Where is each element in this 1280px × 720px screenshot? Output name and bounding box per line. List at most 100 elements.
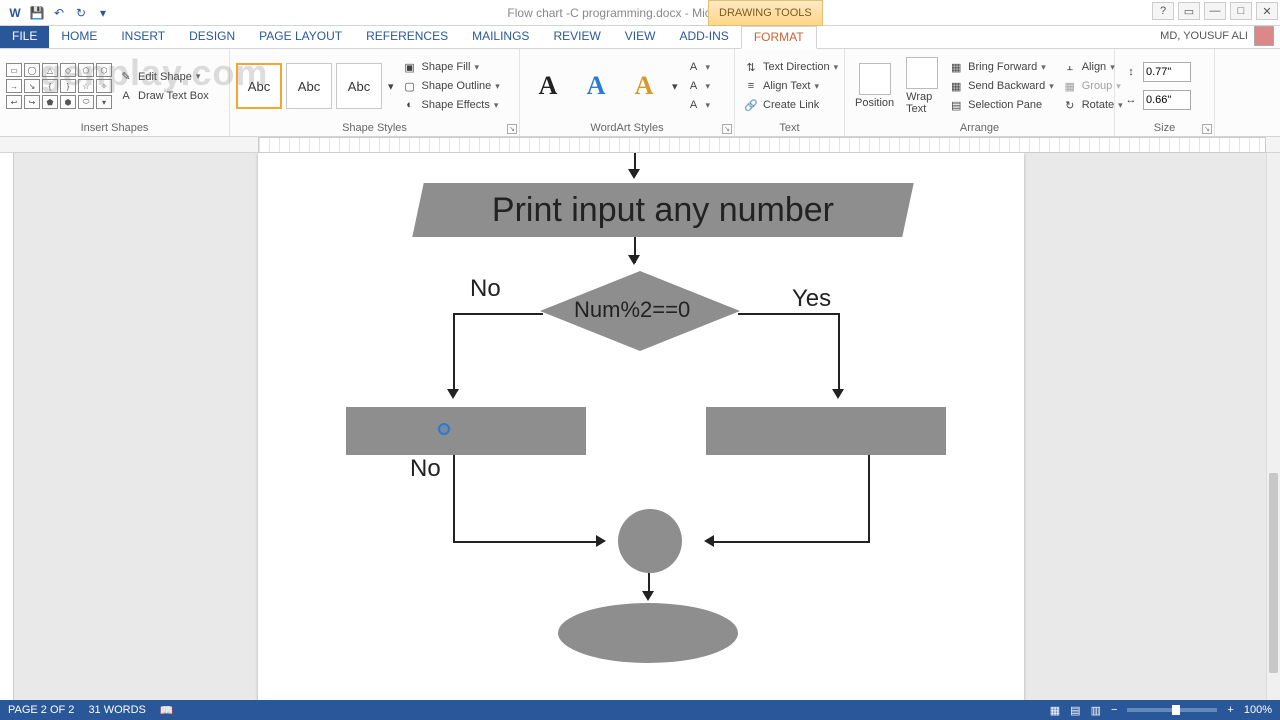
wrap-icon bbox=[906, 57, 938, 89]
flow-right-process[interactable] bbox=[706, 407, 946, 455]
bring-forward-button[interactable]: ▦Bring Forward bbox=[946, 58, 1056, 76]
contextual-tab-label: DRAWING TOOLS bbox=[708, 0, 823, 26]
wordart-swatch-1[interactable]: A bbox=[526, 64, 570, 108]
avatar[interactable] bbox=[1254, 26, 1274, 46]
wordart-swatch-3[interactable]: A bbox=[622, 64, 666, 108]
document-area[interactable]: Print input any number Num%2==0 No Yes N… bbox=[0, 153, 1266, 700]
shape-effects-button[interactable]: ◐Shape Effects bbox=[400, 96, 502, 114]
save-icon[interactable]: 💾 bbox=[28, 4, 46, 22]
tab-insert[interactable]: INSERT bbox=[109, 26, 177, 48]
wordart-swatch-2[interactable]: A bbox=[574, 64, 618, 108]
draw-text-box-button[interactable]: ADraw Text Box bbox=[116, 87, 211, 105]
tab-page-layout[interactable]: PAGE LAYOUT bbox=[247, 26, 354, 48]
wordart-launcher[interactable]: ↘ bbox=[722, 124, 732, 134]
redo-icon[interactable]: ↻ bbox=[72, 4, 90, 22]
zoom-level[interactable]: 100% bbox=[1244, 704, 1272, 716]
view-read-icon[interactable]: ▤ bbox=[1070, 704, 1080, 717]
user-name: MD, YOUSUF ALI bbox=[1160, 30, 1248, 42]
flow-connector[interactable] bbox=[618, 509, 682, 573]
tab-home[interactable]: HOME bbox=[49, 26, 109, 48]
title-bar: W 💾 ↶ ↻ ▾ Flow chart -C programming.docx… bbox=[0, 0, 1280, 26]
user-area[interactable]: MD, YOUSUF ALI bbox=[1160, 26, 1274, 46]
flow-left-process[interactable] bbox=[346, 407, 586, 455]
flow-yes-label: Yes bbox=[792, 285, 831, 313]
proofing-icon[interactable]: 📖 bbox=[160, 704, 174, 717]
tab-references[interactable]: REFERENCES bbox=[354, 26, 460, 48]
group-label: Size bbox=[1121, 120, 1208, 136]
tab-mailings[interactable]: MAILINGS bbox=[460, 26, 541, 48]
wrap-text-button[interactable]: Wrap Text bbox=[902, 55, 942, 117]
group-label: Text bbox=[741, 120, 838, 136]
text-fill-icon: A bbox=[686, 59, 702, 75]
style-gallery-more[interactable]: ▾ bbox=[386, 79, 396, 94]
tab-design[interactable]: DESIGN bbox=[177, 26, 247, 48]
status-page[interactable]: PAGE 2 OF 2 bbox=[8, 704, 74, 716]
text-fill-button[interactable]: A bbox=[684, 58, 713, 76]
undo-icon[interactable]: ↶ bbox=[50, 4, 68, 22]
minimize-button[interactable]: — bbox=[1204, 2, 1226, 20]
text-effects-button[interactable]: A bbox=[684, 96, 713, 114]
edit-shape-button[interactable]: ✎Edit Shape bbox=[116, 68, 211, 86]
group-arrange: Position Wrap Text ▦Bring Forward ▦Send … bbox=[845, 49, 1115, 136]
width-field[interactable]: ↔ bbox=[1121, 89, 1193, 111]
ruler-area bbox=[0, 137, 1280, 153]
maximize-button[interactable]: □ bbox=[1230, 2, 1252, 20]
qat-more-icon[interactable]: ▾ bbox=[94, 4, 112, 22]
tab-file[interactable]: FILE bbox=[0, 26, 49, 48]
width-icon: ↔ bbox=[1123, 92, 1139, 108]
tab-view[interactable]: VIEW bbox=[613, 26, 668, 48]
width-input[interactable] bbox=[1143, 90, 1191, 110]
group-size: ↕ ↔ Size ↘ bbox=[1115, 49, 1215, 136]
flow-no-label: No bbox=[470, 275, 501, 303]
tab-review[interactable]: REVIEW bbox=[541, 26, 612, 48]
text-direction-button[interactable]: ⇅Text Direction bbox=[741, 58, 840, 76]
style-swatch-1[interactable]: Abc bbox=[236, 63, 282, 109]
view-web-icon[interactable]: ▥ bbox=[1091, 704, 1101, 717]
zoom-slider[interactable] bbox=[1127, 708, 1217, 712]
height-input[interactable] bbox=[1143, 62, 1191, 82]
ribbon-tabs: FILE HOME INSERT DESIGN PAGE LAYOUT REFE… bbox=[0, 26, 1280, 49]
close-button[interactable]: ✕ bbox=[1256, 2, 1278, 20]
tab-format[interactable]: FORMAT bbox=[741, 26, 817, 49]
flow-input-box[interactable]: Print input any number bbox=[412, 183, 913, 237]
window-controls: ? ▭ — □ ✕ bbox=[1152, 2, 1278, 20]
flow-no2-label: No bbox=[410, 455, 441, 483]
tab-add-ins[interactable]: ADD-INS bbox=[667, 26, 740, 48]
shape-styles-launcher[interactable]: ↘ bbox=[507, 124, 517, 134]
horizontal-ruler[interactable] bbox=[258, 137, 1266, 153]
style-swatch-2[interactable]: Abc bbox=[286, 63, 332, 109]
shape-outline-button[interactable]: ▢Shape Outline bbox=[400, 77, 502, 95]
zoom-in-icon[interactable]: + bbox=[1227, 704, 1233, 716]
ribbon-collapse-button[interactable]: ▭ bbox=[1178, 2, 1200, 20]
selection-pane-button[interactable]: ▤Selection Pane bbox=[946, 96, 1056, 114]
size-launcher[interactable]: ↘ bbox=[1202, 124, 1212, 134]
wordart-more[interactable]: ▾ bbox=[670, 79, 680, 94]
flow-input-text: Print input any number bbox=[492, 191, 834, 230]
page[interactable]: Print input any number Num%2==0 No Yes N… bbox=[258, 153, 1024, 700]
view-print-icon[interactable]: ▦ bbox=[1050, 704, 1060, 717]
align-icon: ⫠ bbox=[1062, 59, 1078, 75]
scrollbar-thumb[interactable] bbox=[1269, 473, 1278, 673]
send-backward-button[interactable]: ▦Send Backward bbox=[946, 77, 1056, 95]
text-direction-icon: ⇅ bbox=[743, 59, 759, 75]
edit-shape-icon: ✎ bbox=[118, 69, 134, 85]
help-button[interactable]: ? bbox=[1152, 2, 1174, 20]
create-link-button[interactable]: 🔗Create Link bbox=[741, 96, 840, 114]
flow-terminator[interactable] bbox=[558, 603, 738, 663]
status-bar: PAGE 2 OF 2 31 WORDS 📖 ▦ ▤ ▥ − + 100% bbox=[0, 700, 1280, 720]
fill-icon: ▣ bbox=[402, 59, 418, 75]
text-outline-button[interactable]: A bbox=[684, 77, 713, 95]
style-swatch-3[interactable]: Abc bbox=[336, 63, 382, 109]
vertical-scrollbar[interactable] bbox=[1266, 153, 1280, 700]
group-label: WordArt Styles bbox=[526, 120, 728, 136]
vertical-ruler[interactable] bbox=[0, 153, 14, 700]
height-field[interactable]: ↕ bbox=[1121, 61, 1193, 83]
group-label: Shape Styles bbox=[236, 120, 513, 136]
status-words[interactable]: 31 WORDS bbox=[88, 704, 145, 716]
shapes-gallery[interactable]: ▭◯△◇⬠⬡ →↘{}☆✧ ↩↪⬟⬢⬭▾ bbox=[6, 63, 112, 109]
align-text-button[interactable]: ≡Align Text bbox=[741, 77, 840, 95]
position-button[interactable]: Position bbox=[851, 61, 898, 111]
zoom-out-icon[interactable]: − bbox=[1111, 704, 1117, 716]
group-label: Insert Shapes bbox=[6, 120, 223, 136]
shape-fill-button[interactable]: ▣Shape Fill bbox=[400, 58, 502, 76]
